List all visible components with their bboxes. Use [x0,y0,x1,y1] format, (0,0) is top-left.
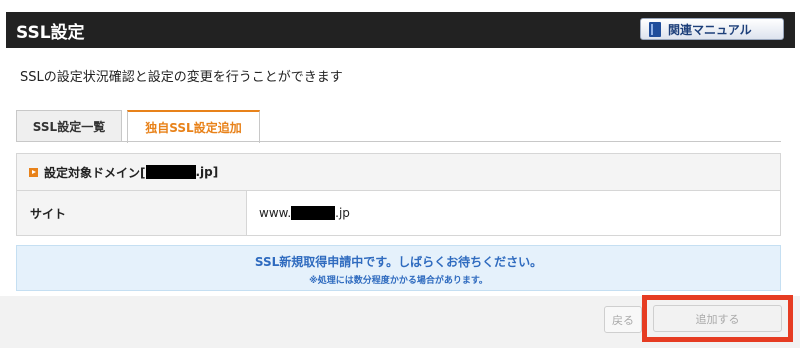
page-title: SSL設定 [16,23,85,43]
notice-main-text: SSL新規取得申請中です。しばらくお待ちください。 [254,255,543,269]
redacted-site-domain [291,206,336,220]
site-value: www. .jp [259,191,350,235]
redacted-domain [145,165,196,179]
site-prefix: www. [259,206,292,220]
site-label: サイト [17,191,247,235]
section-header: 設定対象ドメイン[ .jp] [17,154,780,191]
arrow-right-icon [29,167,38,177]
book-icon [649,21,661,37]
tab-ssl-list[interactable]: SSL設定一覧 [16,110,122,142]
domain-section: 設定対象ドメイン[ .jp] サイト www. .jp [16,153,781,236]
tab-ssl-list-label: SSL設定一覧 [32,120,106,134]
add-button[interactable]: 追加する [653,305,782,332]
tab-add-ssl[interactable]: 独自SSL設定追加 [127,110,260,143]
page-header: SSL設定 関連マニュアル [6,12,795,48]
section-title: 設定対象ドメイン[ .jp] [44,164,218,181]
section-title-suffix: .jp] [195,165,219,179]
manual-button[interactable]: 関連マニュアル [640,18,784,40]
section-title-prefix: 設定対象ドメイン[ [44,165,146,180]
manual-button-label: 関連マニュアル [668,22,752,37]
page-description: SSLの設定状況確認と設定の変更を行うことができます [20,70,343,85]
back-button[interactable]: 戻る [604,306,642,333]
status-notice: SSL新規取得申請中です。しばらくお待ちください。 ※処理には数分程度かかる場合… [16,245,781,291]
tab-add-ssl-label: 独自SSL設定追加 [145,121,242,135]
site-suffix: .jp [335,206,350,220]
notice-sub-text: ※処理には数分程度かかる場合があります。 [309,276,488,286]
tab-divider [16,141,781,142]
